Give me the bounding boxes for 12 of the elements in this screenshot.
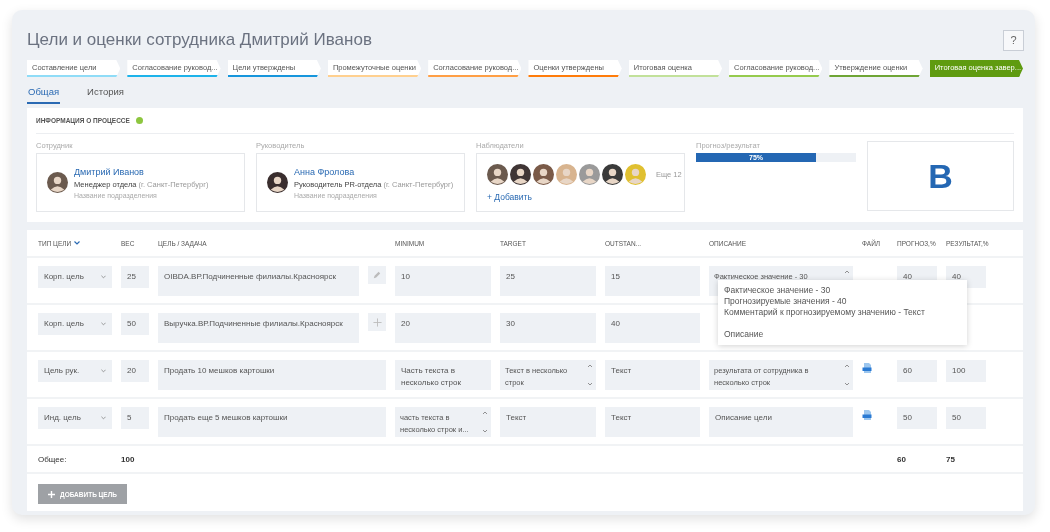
grade-letter: B bbox=[928, 156, 953, 196]
dropdown-value: Корп. цель bbox=[44, 271, 84, 283]
total-value: 75 bbox=[946, 454, 956, 464]
total-value: 60 bbox=[897, 454, 907, 464]
dropdown-value: Инд. цель bbox=[44, 412, 81, 424]
tooltip-text: Фактическое значение - 30 Прогнозируемые значения - 40 Комментарий к прогнозируемому значению - Текст bbox=[724, 285, 926, 318]
page-title: Цели и оценки сотрудника Дмитрий Иванов bbox=[27, 30, 372, 50]
total-value: 100 bbox=[121, 454, 136, 464]
total-label: Общее: bbox=[38, 454, 68, 464]
dropdown-value: Корп. цель bbox=[44, 318, 84, 330]
tooltip-note: Описание bbox=[724, 329, 765, 340]
dropdown-value: Цель рук. bbox=[44, 365, 80, 377]
